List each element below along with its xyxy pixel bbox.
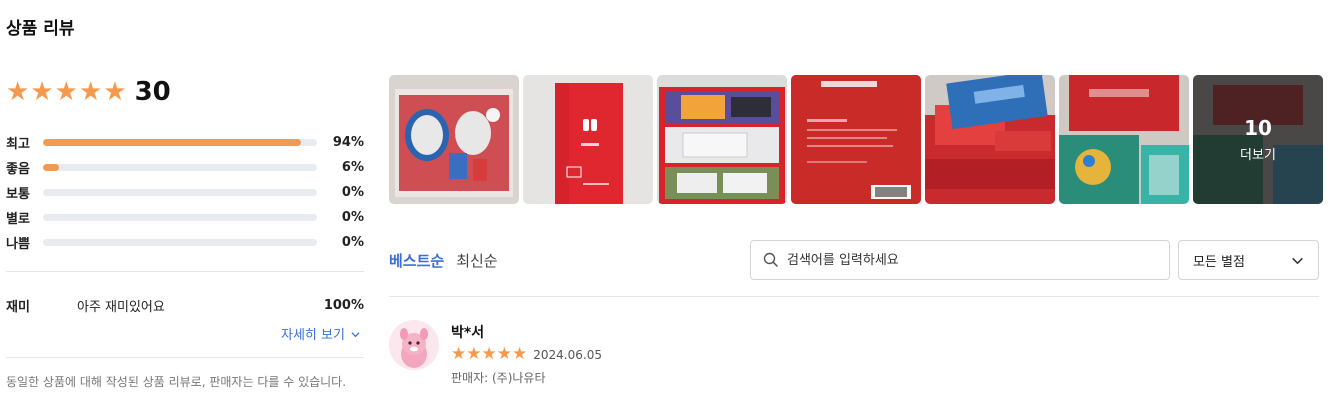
distribution-percent: 6% <box>341 160 364 175</box>
distribution-row: 나쁨 0% <box>6 230 364 255</box>
detail-link-label: 자세히 보기 <box>281 328 345 343</box>
attribute-row: 재미 아주 재미있어요 100% <box>6 296 364 315</box>
review-date: 2024.06.05 <box>533 347 602 362</box>
star-filter-value: 모든 별점 <box>1193 254 1245 270</box>
sort-tabs: 베스트순 최신순 <box>389 250 498 271</box>
star-icon: ★ <box>6 77 30 107</box>
reviewer-name: 박*서 <box>451 325 485 341</box>
photo-strip: 10 더보기 <box>389 75 1323 204</box>
attribute-name: 재미 <box>6 300 30 315</box>
detail-link[interactable]: 자세히 보기 <box>281 324 360 343</box>
more-photos-button[interactable]: 10 더보기 <box>1193 75 1323 204</box>
distribution-bar-fill <box>43 139 301 146</box>
attribute-value: 아주 재미있어요 <box>77 300 165 315</box>
distribution-bar-fill <box>43 164 60 171</box>
distribution-row: 좋음 6% <box>6 155 364 180</box>
distribution-bar <box>43 164 317 171</box>
review-photo[interactable] <box>389 75 519 204</box>
distribution-percent: 0% <box>341 235 364 250</box>
distribution-bar <box>43 189 317 196</box>
star-icon: ★ <box>54 77 78 107</box>
distribution-label: 별로 <box>6 212 30 227</box>
divider <box>6 357 364 358</box>
review-stars: ★ ★ ★ ★ ★ <box>451 346 527 363</box>
more-photos-overlay: 10 더보기 <box>1193 75 1323 204</box>
divider <box>389 296 1319 297</box>
distribution-bar <box>43 139 317 146</box>
review-search[interactable] <box>750 240 1170 280</box>
distribution-label: 좋음 <box>6 162 30 177</box>
star-icon: ★ <box>496 344 512 364</box>
review-notice: 동일한 상품에 대해 작성된 상품 리뷰로, 판매자는 다를 수 있습니다. <box>6 375 347 389</box>
distribution-label: 나쁨 <box>6 237 30 252</box>
distribution-label: 보통 <box>6 187 30 202</box>
review-photo[interactable] <box>1059 75 1189 204</box>
divider <box>6 271 364 272</box>
distribution-row: 최고 94% <box>6 130 364 155</box>
distribution-label: 최고 <box>6 137 30 152</box>
star-icon: ★ <box>466 344 482 364</box>
review-photo[interactable] <box>791 75 921 204</box>
sort-best[interactable]: 베스트순 <box>389 250 444 271</box>
star-icon: ★ <box>30 77 54 107</box>
attribute-percent: 100% <box>323 298 364 313</box>
review-photo[interactable] <box>657 75 787 204</box>
reviewer-avatar <box>389 320 439 370</box>
rating-summary: ★ ★ ★ ★ ★ 30 최고 94% 좋음 6% 보통 0% 별로 0% 나쁨… <box>6 74 364 255</box>
chevron-down-icon <box>351 332 360 338</box>
more-photos-label: 더보기 <box>1240 148 1276 163</box>
star-icon: ★ <box>481 344 497 364</box>
distribution-percent: 0% <box>341 185 364 200</box>
average-rating: ★ ★ ★ ★ ★ 30 <box>6 74 364 110</box>
review-meta: ★ ★ ★ ★ ★ 2024.06.05 <box>451 346 602 363</box>
chevron-down-icon <box>1292 257 1303 264</box>
star-filter-select[interactable]: 모든 별점 <box>1178 240 1319 280</box>
star-icon: ★ <box>78 77 103 107</box>
distribution-row: 별로 0% <box>6 205 364 230</box>
review-seller: 판매자: (주)나유타 <box>451 371 546 385</box>
distribution-bar <box>43 214 317 221</box>
section-title: 상품 리뷰 <box>6 19 75 39</box>
review-count: 30 <box>134 77 171 107</box>
star-icon: ★ <box>512 344 528 364</box>
distribution-bar <box>43 239 317 246</box>
star-icon: ★ <box>103 77 127 107</box>
distribution-percent: 94% <box>332 135 364 150</box>
review-photo[interactable] <box>925 75 1055 204</box>
more-photos-count: 10 <box>1244 116 1272 140</box>
rating-distribution: 최고 94% 좋음 6% 보통 0% 별로 0% 나쁨 0% <box>6 130 364 255</box>
distribution-percent: 0% <box>341 210 364 225</box>
search-input[interactable] <box>787 252 1147 268</box>
sort-newest[interactable]: 최신순 <box>456 250 497 271</box>
review-photo[interactable] <box>523 75 653 204</box>
star-icon: ★ <box>451 344 467 364</box>
average-stars: ★ ★ ★ ★ ★ <box>6 79 127 105</box>
search-icon <box>763 252 779 268</box>
distribution-row: 보통 0% <box>6 180 364 205</box>
